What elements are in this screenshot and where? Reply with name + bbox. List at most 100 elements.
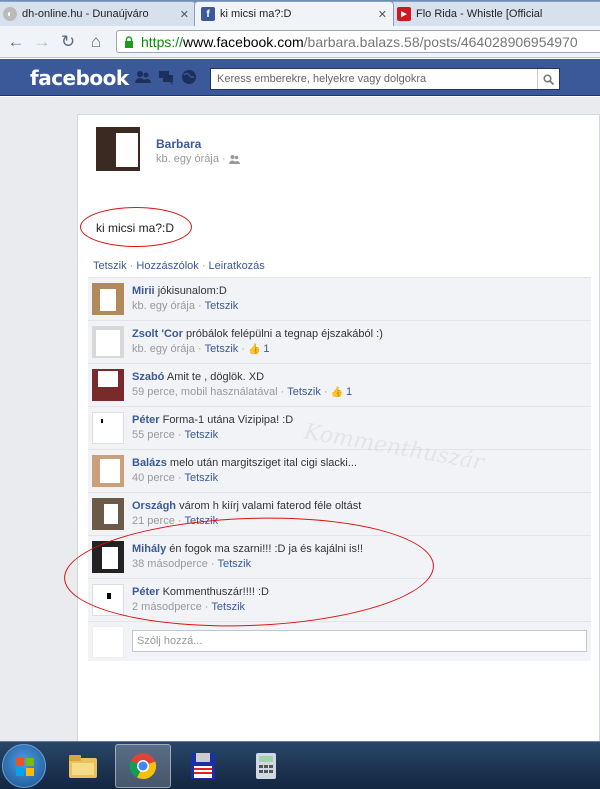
comment-time[interactable]: kb. egy órája xyxy=(132,300,195,312)
comment-like-link[interactable]: Tetszik xyxy=(184,472,218,484)
unsubscribe-link[interactable]: Leiratkozás xyxy=(209,260,265,272)
comment-item: Zsolt 'Cor próbálok felépülni a tegnap é… xyxy=(88,320,591,363)
comment-like-link[interactable]: Tetszik xyxy=(211,601,245,613)
post-actions: Tetszik · Hozzászólok · Leiratkozás xyxy=(93,260,265,272)
url-path: /barbara.balazs.58/posts/464028906954970 xyxy=(303,33,578,50)
commenter-avatar[interactable] xyxy=(92,498,124,530)
commenter-name[interactable]: Szabó xyxy=(132,371,164,383)
comment-like-link[interactable]: Tetszik xyxy=(287,386,321,398)
commenter-name[interactable]: Mirii xyxy=(132,285,155,297)
like-count[interactable]: 1 xyxy=(346,386,352,398)
comment-list: Mirii jókisunalom:D kb. egy órája · Tetszi… xyxy=(88,277,591,661)
comment-like-link[interactable]: Tetszik xyxy=(184,515,218,527)
home-icon[interactable]: ⌂ xyxy=(86,32,106,52)
comment-like-link[interactable]: Tetszik xyxy=(205,300,239,312)
commenter-avatar[interactable] xyxy=(92,326,124,358)
author-avatar[interactable] xyxy=(96,127,140,171)
search-box xyxy=(210,68,560,90)
comment-text: én fogok ma szarni!!! :D ja és kajálni i… xyxy=(169,543,364,555)
commenter-avatar[interactable] xyxy=(92,283,124,315)
comment-input[interactable] xyxy=(132,630,587,652)
comment-text: várom h kiírj valami faterod féle oltást xyxy=(179,500,362,512)
reload-icon[interactable]: ↻ xyxy=(58,32,78,52)
comment-item: Országh várom h kiírj valami faterod fél… xyxy=(88,492,591,535)
commenter-name[interactable]: Péter xyxy=(132,414,160,426)
tab-label: Flo Rida - Whistle [Official xyxy=(416,8,543,20)
youtube-icon: ▶ xyxy=(397,7,411,21)
commenter-avatar[interactable] xyxy=(92,584,124,616)
commenter-name[interactable]: Mihály xyxy=(132,543,166,555)
back-arrow-icon[interactable]: ← xyxy=(6,32,26,52)
author-name[interactable]: Barbara xyxy=(156,137,201,151)
commenter-avatar[interactable] xyxy=(92,412,124,444)
commenter-avatar[interactable] xyxy=(92,541,124,573)
comment-like-link[interactable]: Tetszik xyxy=(218,558,252,570)
search-icon xyxy=(543,73,554,85)
explorer-icon[interactable] xyxy=(55,744,111,788)
comment-like-link[interactable]: Tetszik xyxy=(184,429,218,441)
facebook-header: facebook xyxy=(0,59,600,96)
comment-item: Balázs melo után margitsziget ital cigi … xyxy=(88,449,591,492)
thumbs-up-icon[interactable]: 👍 xyxy=(331,387,343,398)
current-user-avatar xyxy=(92,626,124,658)
facebook-icon: f xyxy=(201,7,215,21)
comment-item: Szabó Amit te , döglök. XD 59 perce, mob… xyxy=(88,363,591,406)
like-link[interactable]: Tetszik xyxy=(93,260,127,272)
lock-icon xyxy=(125,35,133,48)
messages-icon[interactable] xyxy=(158,69,174,85)
browser-toolbar: ← → ↻ ⌂ https://www.facebook.com/barbara… xyxy=(0,26,600,58)
facebook-logo[interactable]: facebook xyxy=(30,66,129,90)
comment-link[interactable]: Hozzászólok xyxy=(136,260,198,272)
comment-time[interactable]: kb. egy órája xyxy=(132,343,195,355)
tab-dh-online[interactable]: ◐ dh-online.hu - Dunaújváro ✕ xyxy=(0,1,196,26)
comment-time[interactable]: 21 perce xyxy=(132,515,175,527)
friend-requests-icon[interactable] xyxy=(135,69,151,85)
windows-taskbar xyxy=(0,741,600,789)
browser-tab-bar: ◐ dh-online.hu - Dunaújváro ✕ ▶ Flo Rida… xyxy=(0,0,600,26)
notifications-globe-icon[interactable] xyxy=(181,69,197,85)
tab-label: ki micsi ma?:D xyxy=(220,8,292,20)
post-card: Barbara kb. egy órája · ki micsi ma?:D T… xyxy=(62,114,600,749)
calculator-icon[interactable] xyxy=(238,744,294,788)
post-text: ki micsi ma?:D xyxy=(96,221,175,235)
search-input[interactable] xyxy=(211,69,537,89)
commenter-avatar[interactable] xyxy=(92,369,124,401)
comment-like-link[interactable]: Tetszik xyxy=(205,343,239,355)
comment-time[interactable]: 40 perce xyxy=(132,472,175,484)
tab-youtube[interactable]: ▶ Flo Rida - Whistle [Official xyxy=(390,1,600,26)
commenter-name[interactable]: Péter xyxy=(132,586,160,598)
chrome-icon[interactable] xyxy=(115,744,171,788)
like-count[interactable]: 1 xyxy=(263,343,269,355)
thumbs-up-icon[interactable]: 👍 xyxy=(248,344,260,355)
comment-item: Mirii jókisunalom:D kb. egy órája · Tetszi… xyxy=(88,277,591,320)
post-meta: kb. egy órája · xyxy=(156,153,240,165)
tab-facebook-post[interactable]: f ki micsi ma?:D ✕ xyxy=(194,1,394,26)
tab-label: dh-online.hu - Dunaújváro xyxy=(22,8,149,20)
forward-arrow-icon[interactable]: → xyxy=(32,32,52,52)
commenter-name[interactable]: Zsolt 'Cor xyxy=(132,328,183,340)
search-button[interactable] xyxy=(537,69,559,89)
comment-time[interactable]: 38 másodperce xyxy=(132,558,208,570)
comment-time[interactable]: 55 perce xyxy=(132,429,175,441)
comment-time[interactable]: 2 másodperce xyxy=(132,601,202,613)
comment-text: Amit te , döglök. XD xyxy=(166,371,265,383)
comment-item: Péter Kommenthuszár!!!! :D 2 másodperce ·… xyxy=(88,578,591,621)
floppy-icon[interactable] xyxy=(175,744,231,788)
url-scheme: https:// xyxy=(141,33,184,50)
url-host: www.facebook.com xyxy=(183,33,304,50)
post-time[interactable]: kb. egy órája xyxy=(156,153,219,165)
close-tab-icon[interactable]: ✕ xyxy=(378,8,387,21)
close-tab-icon[interactable]: ✕ xyxy=(180,8,189,21)
comment-item: Mihály én fogok ma szarni!!! :D ja és ka… xyxy=(88,535,591,578)
friends-audience-icon[interactable] xyxy=(228,154,240,164)
commenter-name[interactable]: Országh xyxy=(132,500,176,512)
separator-dot: · xyxy=(198,260,209,272)
commenter-name[interactable]: Balázs xyxy=(132,457,167,469)
commenter-avatar[interactable] xyxy=(92,455,124,487)
start-orb-icon[interactable] xyxy=(2,744,46,788)
globe-icon: ◐ xyxy=(3,7,17,21)
comment-time[interactable]: 59 perce, mobil használatával xyxy=(132,386,278,398)
reply-row xyxy=(88,621,591,661)
address-bar[interactable]: https://www.facebook.com/barbara.balazs.… xyxy=(116,30,600,53)
windows-logo-icon xyxy=(16,758,34,776)
